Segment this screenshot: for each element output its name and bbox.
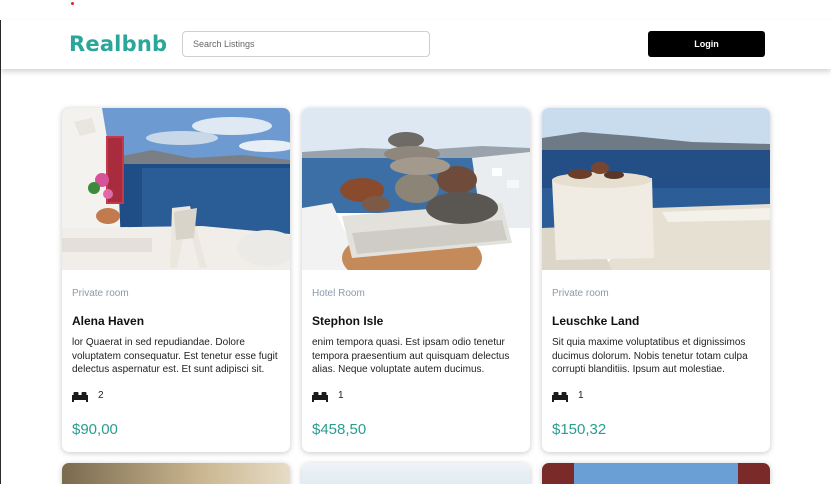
indicator-dot — [71, 2, 74, 5]
listing-card-partial[interactable] — [542, 463, 770, 484]
brand-logo[interactable]: Realbnb — [69, 32, 167, 56]
listing-card[interactable]: Private room Alena Haven lor Quaerat in … — [62, 108, 290, 452]
listing-description: lor Quaerat in sed repudiandae. Dolore v… — [72, 337, 278, 376]
listing-title[interactable]: Leuschke Land — [552, 314, 639, 328]
listing-card[interactable]: Hotel Room Stephon Isle enim tempora qua… — [302, 108, 530, 452]
listing-price: $150,32 — [552, 421, 607, 438]
bed-count: 1 — [338, 390, 344, 401]
listing-card-partial[interactable] — [302, 463, 530, 484]
login-button[interactable]: Login — [648, 31, 765, 57]
listing-price: $90,00 — [72, 421, 118, 438]
listing-title[interactable]: Alena Haven — [72, 314, 144, 328]
top-navbar: Realbnb Login — [1, 20, 831, 69]
listing-description: Sit quia maxime voluptatibus et dignissi… — [552, 337, 748, 376]
listing-title[interactable]: Stephon Isle — [312, 314, 383, 328]
bed-icon — [552, 392, 568, 402]
room-type: Private room — [72, 288, 129, 299]
listing-price: $458,50 — [312, 421, 367, 438]
listing-description: enim tempora quasi. Est ipsam odio tenet… — [312, 337, 510, 376]
page-edge-rule — [0, 20, 1, 484]
bed-count: 2 — [98, 390, 104, 401]
listing-photo — [542, 108, 770, 270]
listing-photo — [62, 108, 290, 270]
search-input[interactable] — [182, 31, 430, 57]
bed-icon — [72, 392, 88, 402]
listing-card-partial[interactable] — [62, 463, 290, 484]
listing-photo — [302, 108, 530, 270]
bed-icon — [312, 392, 328, 402]
listing-card[interactable]: Private room Leuschke Land Sit quia maxi… — [542, 108, 770, 452]
room-type: Hotel Room — [312, 288, 365, 299]
bed-count: 1 — [578, 390, 584, 401]
room-type: Private room — [552, 288, 609, 299]
